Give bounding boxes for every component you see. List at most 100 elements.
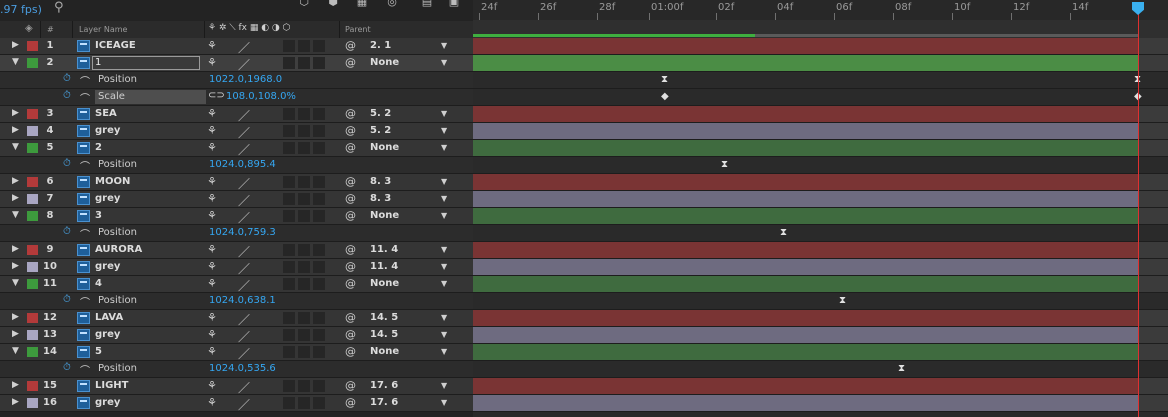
parent-select-value[interactable]: None <box>370 142 399 153</box>
pickwhip-icon[interactable]: @ <box>345 175 356 188</box>
effect-switch[interactable] <box>283 380 295 392</box>
layer-track-9[interactable] <box>473 242 1168 259</box>
parent-dropdown-icon[interactable]: ▼ <box>441 279 447 288</box>
property-value[interactable]: 1024.0,759.3 <box>209 227 276 238</box>
motion-blur-switch[interactable] <box>313 210 325 222</box>
frame-blend-switch[interactable] <box>298 125 310 137</box>
effect-switch[interactable] <box>283 108 295 120</box>
effect-switch[interactable] <box>283 193 295 205</box>
pickwhip-icon[interactable]: @ <box>345 192 356 205</box>
layer-name[interactable]: LIGHT <box>95 380 129 391</box>
label-color-swatch[interactable] <box>27 211 38 221</box>
shy-switch-icon[interactable]: ⚘ <box>207 379 217 392</box>
pickwhip-icon[interactable]: @ <box>345 243 356 256</box>
parent-dropdown-icon[interactable]: ▼ <box>441 262 447 271</box>
quality-switch-icon[interactable]: ／ <box>238 396 250 413</box>
effect-switch[interactable] <box>283 346 295 358</box>
comp-flowchart-icon[interactable]: ⬢ <box>327 0 339 7</box>
quality-switch-icon[interactable]: ／ <box>238 107 250 124</box>
layer-name[interactable]: SEA <box>95 108 117 119</box>
shy-switch-icon[interactable]: ⚘ <box>207 277 217 290</box>
stopwatch-icon[interactable]: ⏱ <box>63 226 71 237</box>
effect-switch[interactable] <box>283 176 295 188</box>
motion-blur-switch[interactable] <box>313 40 325 52</box>
parent-dropdown-icon[interactable]: ▼ <box>441 211 447 220</box>
shy-switch-icon[interactable]: ⚘ <box>207 124 217 137</box>
property-value[interactable]: 1024.0,638.1 <box>209 295 276 306</box>
cube-icon[interactable]: ⬡ <box>298 0 310 7</box>
parent-dropdown-icon[interactable]: ▼ <box>441 41 447 50</box>
twirl-toggle-icon[interactable]: ▶ <box>12 176 19 186</box>
pickwhip-icon[interactable]: @ <box>345 379 356 392</box>
twirl-toggle-icon[interactable]: ▶ <box>12 312 19 322</box>
parent-select-value[interactable]: 8. 3 <box>370 176 391 187</box>
graph-toggle-icon[interactable]: ⌒ <box>80 90 90 105</box>
parent-dropdown-icon[interactable]: ▼ <box>441 194 447 203</box>
property-track-position[interactable]: ⧗ <box>473 293 1168 310</box>
quality-switch-icon[interactable]: ／ <box>238 277 250 294</box>
twirl-toggle-icon[interactable]: ▶ <box>12 40 19 50</box>
property-track-position[interactable]: ⧗⧗ <box>473 72 1168 89</box>
layer-duration-bar[interactable] <box>473 344 1139 360</box>
layer-duration-bar[interactable] <box>473 378 1139 394</box>
layer-duration-bar[interactable] <box>473 55 1139 71</box>
property-name[interactable]: Position <box>98 74 137 85</box>
parent-select-value[interactable]: None <box>370 57 399 68</box>
shy-switch-icon[interactable]: ⚘ <box>207 192 217 205</box>
parent-select-value[interactable]: None <box>370 210 399 221</box>
motion-blur-switch[interactable] <box>313 142 325 154</box>
layer-track-2[interactable] <box>473 55 1168 72</box>
parent-select-value[interactable]: 14. 5 <box>370 329 398 340</box>
work-area[interactable] <box>473 20 1168 38</box>
parent-select-value[interactable]: 11. 4 <box>370 261 398 272</box>
layer-row-4[interactable]: ▶ 4 grey ⚘ ／ @5. 2 ▼ <box>0 123 473 140</box>
layer-row-2[interactable]: ▼ 2 1 ⚘ ／ @ None ▼ <box>0 55 473 72</box>
quality-switch-icon[interactable]: ／ <box>238 141 250 158</box>
parent-select-value[interactable]: None <box>370 278 399 289</box>
layer-row-12[interactable]: ▶ 12 LAVA ⚘ ／ @14. 5 ▼ <box>0 310 473 327</box>
shy-switch-icon[interactable]: ⚘ <box>207 39 217 52</box>
frame-blend-switch[interactable] <box>298 244 310 256</box>
pickwhip-icon[interactable]: @ <box>345 39 356 52</box>
effect-switch[interactable] <box>283 142 295 154</box>
column-layer-name[interactable]: Layer Name <box>79 25 127 34</box>
label-tag-icon[interactable]: ◈ <box>25 23 33 34</box>
layer-row-7[interactable]: ▶ 7 grey ⚘ ／ @8. 3 ▼ <box>0 191 473 208</box>
motion-blur-switch[interactable] <box>313 193 325 205</box>
layer-name[interactable]: 5 <box>95 346 102 357</box>
layer-duration-bar[interactable] <box>473 327 1139 343</box>
layer-track-4[interactable] <box>473 123 1168 140</box>
pickwhip-icon[interactable]: @ <box>345 124 356 137</box>
pickwhip-icon[interactable]: @ <box>345 56 356 69</box>
property-row-position[interactable]: ⏱ ⌒ Position 1024.0,895.4 <box>0 157 473 174</box>
quality-switch-icon[interactable]: ／ <box>238 328 250 345</box>
keyframe-icon[interactable]: ⧗ <box>780 227 787 238</box>
layer-row-16[interactable]: ▶ 16 grey ⚘ ／ @17. 6 ▼ <box>0 395 473 412</box>
frame-blend-switch[interactable] <box>298 193 310 205</box>
parent-dropdown-icon[interactable]: ▼ <box>441 109 447 118</box>
layer-name[interactable]: AURORA <box>95 244 142 255</box>
grid-icon[interactable]: ▦ <box>356 0 368 7</box>
parent-dropdown-icon[interactable]: ▼ <box>441 398 447 407</box>
label-color-swatch[interactable] <box>27 330 38 340</box>
quality-switch-icon[interactable]: ／ <box>238 379 250 396</box>
layer-row-6[interactable]: ▶ 6 MOON ⚘ ／ @8. 3 ▼ <box>0 174 473 191</box>
timeline-area[interactable]: 24f26f28f01:00f02f04f06f08f10f12f14f ⧗⧗◆… <box>473 0 1168 417</box>
pickwhip-icon[interactable]: @ <box>345 209 356 222</box>
motion-blur-switch[interactable] <box>313 278 325 290</box>
shy-switch-icon[interactable]: ⚘ <box>207 56 217 69</box>
layer-row-1[interactable]: ▶ 1 ICEAGE ⚘ ／ @2. 1 ▼ <box>0 38 473 55</box>
twirl-toggle-icon[interactable]: ▶ <box>12 329 19 339</box>
label-color-swatch[interactable] <box>27 381 38 391</box>
quality-switch-icon[interactable]: ／ <box>238 311 250 328</box>
effect-switch[interactable] <box>283 397 295 409</box>
layer-row-9[interactable]: ▶ 9 AURORA ⚘ ／ @11. 4 ▼ <box>0 242 473 259</box>
label-color-swatch[interactable] <box>27 109 38 119</box>
twirl-toggle-icon[interactable]: ▼ <box>12 142 19 152</box>
layer-row-14[interactable]: ▼ 14 5 ⚘ ／ @ None ▼ <box>0 344 473 361</box>
property-row-position[interactable]: ⏱ ⌒ Position 1024.0,535.6 <box>0 361 473 378</box>
shy-switch-icon[interactable]: ⚘ <box>207 243 217 256</box>
pickwhip-icon[interactable]: @ <box>345 260 356 273</box>
motion-blur-switch[interactable] <box>313 346 325 358</box>
layer-name[interactable]: grey <box>95 125 120 136</box>
